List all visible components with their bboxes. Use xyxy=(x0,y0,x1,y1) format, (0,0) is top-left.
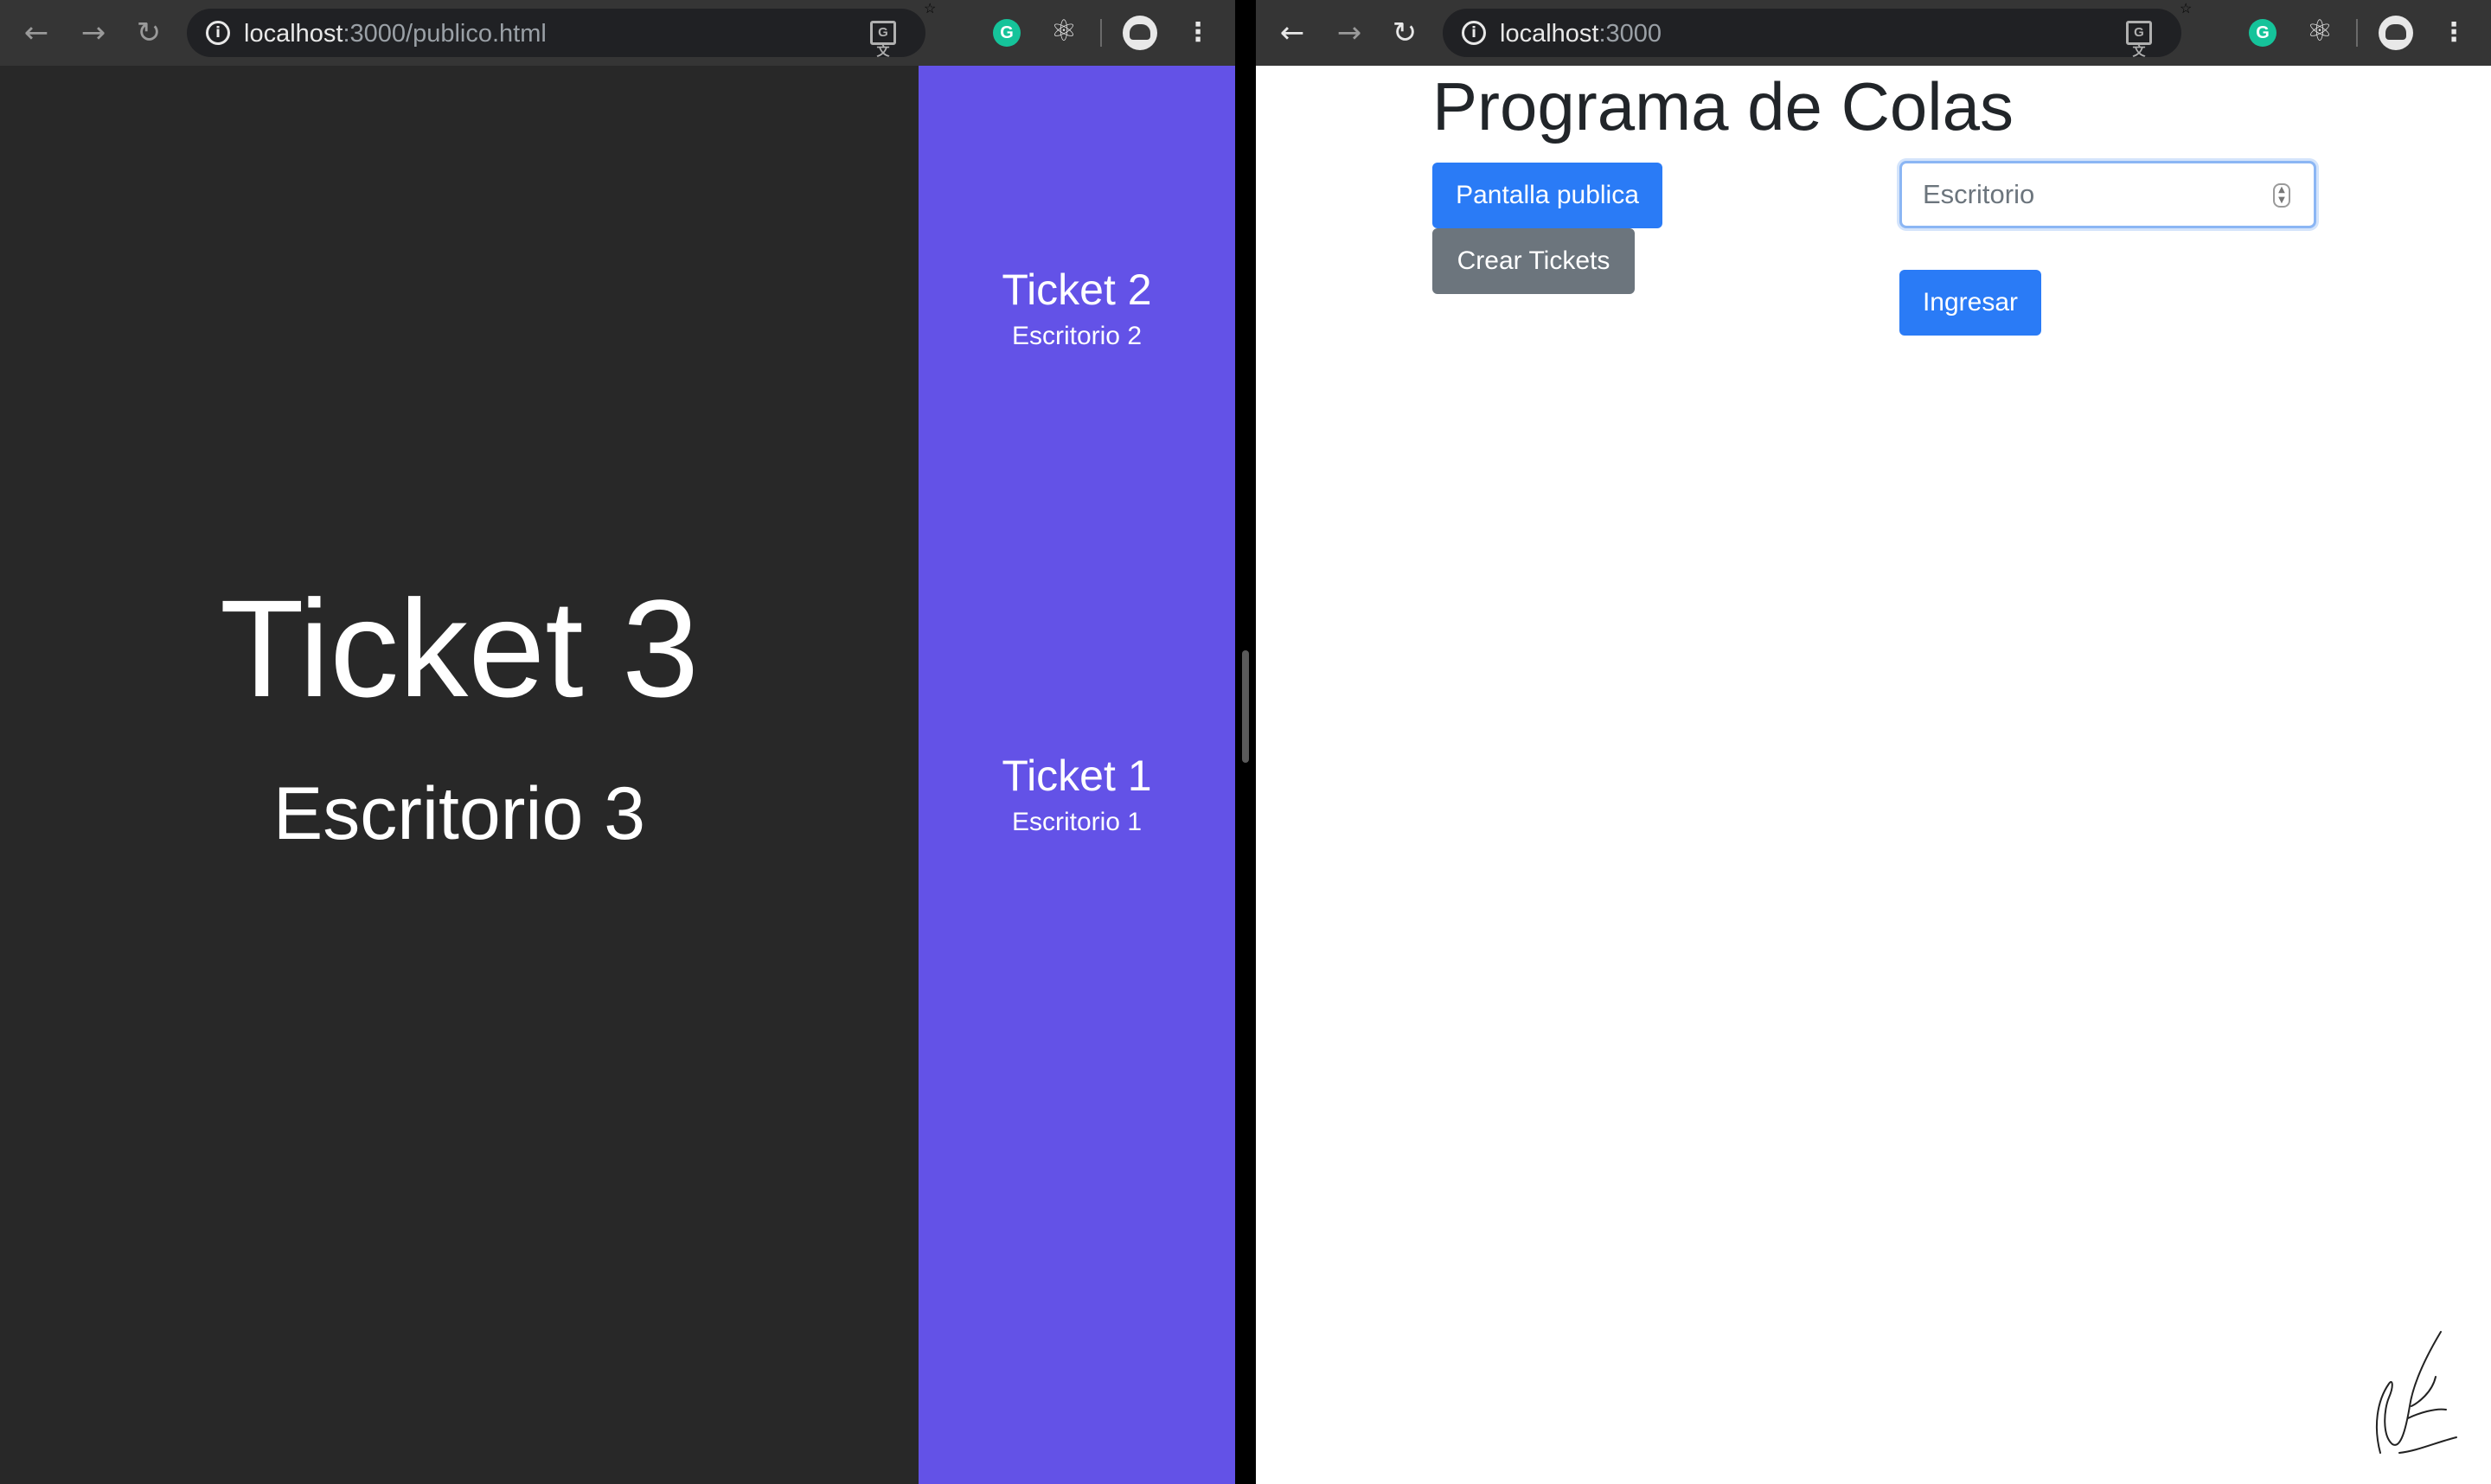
split-resize-handle[interactable] xyxy=(1242,650,1249,763)
queue-item: Ticket 2 Escritorio 2 xyxy=(919,268,1235,349)
translate-icon[interactable]: G文 xyxy=(2126,21,2152,59)
toolbar-separator xyxy=(1100,19,1102,47)
forward-arrow-icon[interactable]: → xyxy=(76,16,111,50)
bookmark-star-icon[interactable]: ☆ xyxy=(2180,0,2192,17)
url-text[interactable]: localhost:3000/publico.html xyxy=(244,20,547,48)
queue-ticket-number: Ticket 2 xyxy=(1002,265,1152,314)
queue-program-window: ← → ↻ i localhost:3000 G文 ☆ G ⚛ ⋮ Progra… xyxy=(1256,0,2491,1484)
grammarly-icon[interactable]: G xyxy=(993,19,1021,47)
url-path: :3000/publico.html xyxy=(343,20,547,48)
enter-button[interactable]: Ingresar xyxy=(1899,270,2041,336)
browser-menu-icon[interactable]: ⋮ xyxy=(1185,14,1211,52)
browser-toolbar: ← → ↻ i localhost:3000 G文 ☆ G ⚛ ⋮ xyxy=(1256,0,2491,66)
ticket-queue-panel: Ticket 2 Escritorio 2 Ticket 1 Escritori… xyxy=(919,66,1235,1484)
browser-toolbar: ← → ↻ i localhost:3000/publico.html G文 ☆… xyxy=(0,0,1235,66)
current-ticket-desk: Escritorio 3 xyxy=(272,772,646,855)
bookmark-star-icon[interactable]: ☆ xyxy=(924,0,936,17)
url-path: :3000 xyxy=(1598,20,1662,48)
number-spinner-icon[interactable]: ▲ ▼ xyxy=(2273,183,2290,208)
queue-ticket-desk: Escritorio 1 xyxy=(1011,808,1143,836)
profile-avatar-icon[interactable] xyxy=(1123,16,1157,50)
react-devtools-icon[interactable]: ⚛ xyxy=(1047,14,1081,48)
url-text[interactable]: localhost:3000 xyxy=(1500,20,1662,48)
back-arrow-icon[interactable]: ← xyxy=(19,16,54,50)
queue-ticket-desk: Escritorio 2 xyxy=(1011,322,1143,350)
translate-icon[interactable]: G文 xyxy=(870,21,896,59)
site-info-icon[interactable]: i xyxy=(206,21,230,45)
address-bar[interactable]: i localhost:3000/publico.html G文 xyxy=(187,9,925,59)
reload-icon[interactable]: ↻ xyxy=(1387,16,1422,50)
url-host: localhost xyxy=(244,20,343,48)
react-devtools-icon[interactable]: ⚛ xyxy=(2302,14,2337,48)
public-screen-button[interactable]: Pantalla publica xyxy=(1432,163,1662,228)
reload-icon[interactable]: ↻ xyxy=(131,16,166,50)
forward-arrow-icon[interactable]: → xyxy=(1332,16,1367,50)
site-info-icon[interactable]: i xyxy=(1462,21,1486,45)
toolbar-separator xyxy=(2356,19,2358,47)
browser-menu-icon[interactable]: ⋮ xyxy=(2441,14,2467,52)
address-bar[interactable]: i localhost:3000 G文 xyxy=(1443,9,2181,59)
url-host: localhost xyxy=(1500,20,1599,48)
desk-number-input[interactable] xyxy=(1899,161,2316,228)
profile-avatar-icon[interactable] xyxy=(2379,16,2413,50)
signature-watermark xyxy=(2375,1331,2457,1454)
page-title: Programa de Colas xyxy=(1432,68,2014,144)
grammarly-icon[interactable]: G xyxy=(2249,19,2276,47)
public-screen-window: ← → ↻ i localhost:3000/publico.html G文 ☆… xyxy=(0,0,1235,1484)
back-arrow-icon[interactable]: ← xyxy=(1275,16,1310,50)
create-tickets-button[interactable]: Crear Tickets xyxy=(1432,228,1635,294)
queue-ticket-number: Ticket 1 xyxy=(1002,752,1152,800)
current-ticket-number: Ticket 3 xyxy=(219,571,700,726)
queue-item: Ticket 1 Escritorio 1 xyxy=(919,754,1235,835)
